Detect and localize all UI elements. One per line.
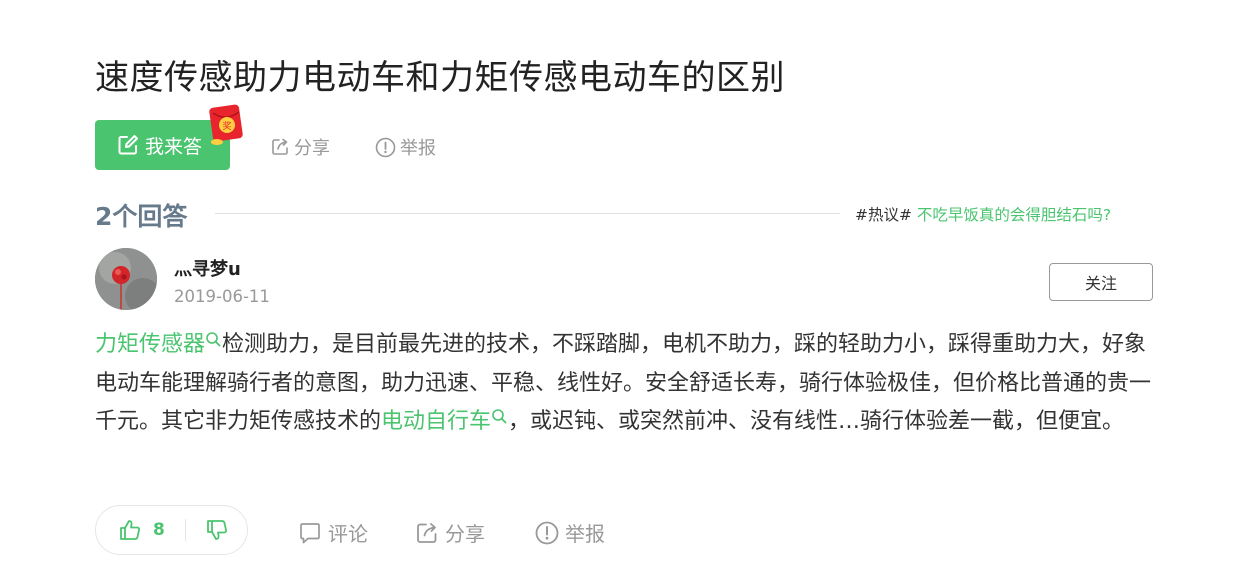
share-icon: [417, 522, 437, 543]
svg-text:奖: 奖: [222, 120, 231, 132]
keyword-link[interactable]: 力矩传感器: [95, 332, 222, 357]
question-title: 速度传感助力电动车和力矩传感电动车的区别: [95, 58, 785, 98]
answer-report-button[interactable]: 举报: [535, 518, 605, 547]
share-icon: [272, 138, 288, 155]
question-share-label: 分享: [294, 138, 330, 159]
answer-text-2: ，或迟钝、或突然前冲、没有线性…骑行体验差一截，但便宜。: [508, 409, 1125, 434]
answer-button-label: 我来答: [145, 135, 203, 158]
thumbs-up-icon: [120, 520, 140, 540]
hot-topic-link[interactable]: 不吃早饭真的会得胆结石吗?: [917, 206, 1111, 224]
header-divider: [215, 213, 840, 214]
hot-topic-tag: #热议#: [855, 206, 912, 224]
thumbs-down-icon: [206, 520, 227, 540]
answer-share-label: 分享: [445, 522, 485, 546]
answer-content: 力矩传感器 检测助力，是目前最先进的技术，不踩踏脚，电机不助力，踩的轻助力小，踩得…: [95, 326, 1165, 442]
search-icon: [206, 332, 221, 347]
author-name[interactable]: 灬寻梦u: [174, 255, 241, 281]
vote-control: 8: [95, 505, 248, 555]
question-report-label: 举报: [400, 138, 436, 159]
like-count: 8: [153, 520, 165, 540]
comment-button[interactable]: 评论: [298, 518, 368, 547]
report-icon: [375, 137, 396, 157]
question-share-button[interactable]: 分享: [270, 134, 330, 160]
comment-label: 评论: [328, 522, 368, 546]
answer-share-button[interactable]: 分享: [415, 518, 485, 547]
answer-count: 2个回答: [95, 202, 188, 231]
answer-date: 2019-06-11: [174, 287, 270, 306]
hot-topic[interactable]: #热议# 不吃早饭真的会得胆结石吗?: [855, 203, 1111, 225]
question-report-button[interactable]: 举报: [375, 134, 436, 160]
answer-report-label: 举报: [565, 522, 605, 546]
edit-icon: [118, 135, 138, 155]
follow-button[interactable]: 关注: [1049, 263, 1153, 301]
search-icon: [492, 409, 507, 424]
like-button[interactable]: 8: [96, 519, 185, 541]
avatar[interactable]: [95, 248, 157, 310]
dislike-button[interactable]: [186, 519, 247, 541]
comment-icon: [300, 522, 320, 543]
report-icon: [535, 521, 559, 544]
keyword-link[interactable]: 电动自行车: [381, 409, 508, 434]
red-packet-icon[interactable]: 奖: [208, 104, 244, 146]
